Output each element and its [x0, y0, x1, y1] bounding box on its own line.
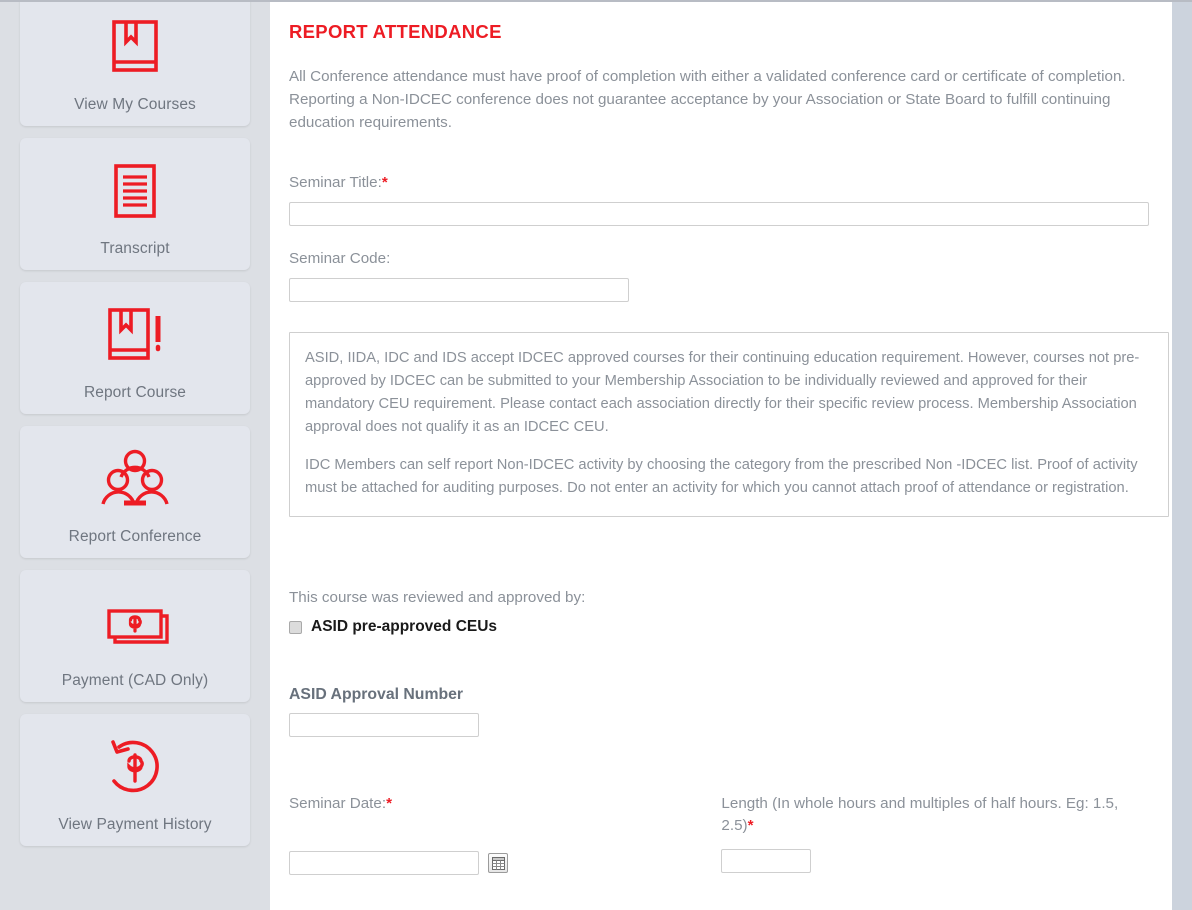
- money-bills-icon: [26, 584, 244, 662]
- sidebar-item-report-conference[interactable]: Report Conference: [20, 426, 250, 558]
- date-length-row: Seminar Date:* Length (In whole hours an…: [289, 793, 1150, 876]
- info-paragraph-2: IDC Members can self report Non-IDCEC ac…: [305, 457, 1138, 497]
- seminar-date-input[interactable]: [289, 851, 479, 876]
- intro-text: All Conference attendance must have proo…: [289, 65, 1129, 134]
- sidebar-item-label: View My Courses: [74, 96, 196, 113]
- required-marker: *: [747, 817, 754, 835]
- seminar-title-label: Seminar Title:*: [289, 172, 1150, 194]
- asid-approval-number-input[interactable]: [289, 713, 479, 738]
- sidebar-item-label: View Payment History: [58, 816, 212, 833]
- seminar-date-label-text: Seminar Date:: [289, 795, 387, 813]
- required-marker: *: [386, 795, 392, 813]
- document-lines-icon: [26, 152, 244, 230]
- seminar-length-label-text: Length (In whole hours and multiples of …: [721, 795, 1119, 835]
- calendar-icon[interactable]: [488, 853, 508, 874]
- people-group-icon: [26, 440, 244, 518]
- seminar-title-label-text: Seminar Title:: [289, 174, 382, 192]
- seminar-length-label: Length (In whole hours and multiples of …: [721, 793, 1150, 841]
- approved-by-label: This course was reviewed and approved by…: [289, 589, 586, 607]
- seminar-code-input[interactable]: [289, 278, 629, 303]
- asid-checkbox-label: ASID pre-approved CEUs: [311, 618, 498, 636]
- sidebar-item-label: Payment (CAD Only): [61, 672, 209, 689]
- info-paragraph-1: ASID, IIDA, IDC and IDS accept IDCEC app…: [305, 350, 1140, 435]
- required-marker: *: [381, 174, 388, 192]
- sidebar-item-view-my-courses[interactable]: View My Courses: [20, 0, 250, 126]
- asid-preapproved-checkbox[interactable]: [289, 620, 302, 634]
- seminar-code-label: Seminar Code:: [289, 250, 391, 268]
- sidebar-item-label: Report Course: [83, 384, 187, 401]
- main-content: REPORT ATTENDANCE All Conference attenda…: [270, 0, 1192, 910]
- seminar-date-group: Seminar Date:*: [289, 793, 721, 876]
- vertical-scrollbar[interactable]: [1172, 2, 1192, 910]
- asid-approval-number-label: ASID Approval Number: [289, 686, 464, 704]
- asid-checkbox-row[interactable]: ASID pre-approved CEUs: [289, 618, 1150, 636]
- book-pencil-icon: [26, 296, 244, 374]
- top-border: [0, 0, 1192, 2]
- refund-circle-dollar-icon: [26, 728, 244, 806]
- seminar-date-input-row: [289, 851, 721, 876]
- association-info-box: ASID, IIDA, IDC and IDS accept IDCEC app…: [289, 332, 1169, 518]
- sidebar-item-report-course[interactable]: Report Course: [20, 282, 250, 414]
- intro-line-2: Reporting a Non-IDCEC conference does no…: [289, 91, 1111, 132]
- sidebar-nav: View My Courses Transcript Report Course…: [0, 0, 270, 910]
- sidebar-item-transcript[interactable]: Transcript: [20, 138, 250, 270]
- sidebar-item-label: Transcript: [100, 240, 170, 257]
- book-icon: [26, 8, 244, 86]
- sidebar-item-view-payment-history[interactable]: View Payment History: [20, 714, 250, 846]
- report-attendance-page: View My Courses Transcript Report Course…: [0, 0, 1192, 910]
- sidebar-item-label: Report Conference: [68, 528, 202, 545]
- seminar-title-input[interactable]: [289, 202, 1149, 227]
- seminar-length-group: Length (In whole hours and multiples of …: [721, 793, 1150, 875]
- sidebar-item-payment-cad-only[interactable]: Payment (CAD Only): [20, 570, 250, 702]
- seminar-length-input[interactable]: [721, 849, 812, 874]
- intro-line-1: All Conference attendance must have proo…: [289, 68, 1126, 85]
- seminar-date-label: Seminar Date:*: [289, 793, 721, 841]
- page-title: REPORT ATTENDANCE: [289, 21, 502, 42]
